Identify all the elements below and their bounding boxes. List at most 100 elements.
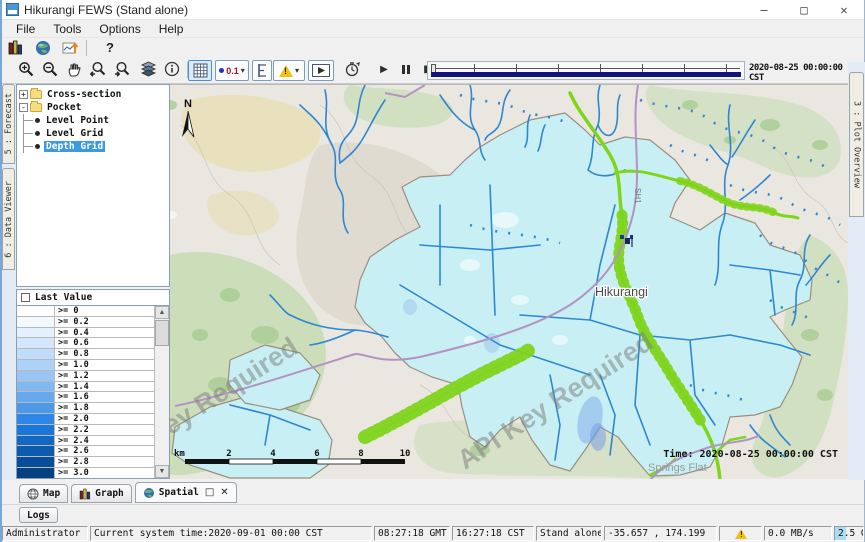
zoom-in-button[interactable] <box>16 60 36 78</box>
folder-icon <box>30 90 42 99</box>
layers-button[interactable] <box>138 60 158 78</box>
pause-button[interactable] <box>396 60 416 78</box>
scroll-down-icon[interactable]: ▼ <box>155 465 169 478</box>
tab-data-viewer-label: 6 : Data Viewer <box>4 181 14 258</box>
timeseries-dialog-button[interactable] <box>5 39 25 57</box>
legend-swatch <box>17 371 55 381</box>
menu-file[interactable]: File <box>7 20 44 38</box>
map-time-label: Time: 2020-08-25 00:00:00 CST <box>663 448 838 460</box>
tree-row-level-grid[interactable]: Level Grid <box>19 127 167 140</box>
legend-swatch <box>17 338 55 348</box>
legend-row: >= 2.4 <box>17 436 154 447</box>
close-button[interactable]: ✕ <box>824 0 864 19</box>
left-tab-strip: 5 : Forecast 6 : Data Viewer <box>2 84 16 480</box>
menu-options[interactable]: Options <box>90 20 149 38</box>
legend-scrollbar[interactable]: ▲ ▼ <box>154 306 169 478</box>
legend-swatch <box>17 457 55 467</box>
hand-icon <box>66 61 83 78</box>
bottom-tab-bar: Map Graph Spatial □ ✕ <box>2 480 864 504</box>
tree-row-level-point[interactable]: Level Point <box>19 114 167 127</box>
menu-tools[interactable]: Tools <box>44 20 90 38</box>
pan-button[interactable] <box>64 60 84 78</box>
play-button[interactable]: ▶ <box>374 60 394 78</box>
timeline-bar <box>431 72 741 77</box>
legend-title: Last Value <box>35 292 92 303</box>
tree-row-cross-section[interactable]: + Cross-section <box>19 88 167 101</box>
tab-forecast[interactable]: 5 : Forecast <box>2 84 15 164</box>
scroll-thumb[interactable] <box>155 320 169 346</box>
timer-button[interactable] <box>342 60 362 78</box>
status-mode: Stand alone <box>536 526 602 541</box>
legend-label: >= 2.2 <box>55 425 92 435</box>
tab-plot-overview[interactable]: 3 : Plot Overview <box>849 72 864 217</box>
scalar-timeseries-button[interactable] <box>61 39 81 57</box>
animation-button[interactable] <box>308 60 334 81</box>
legend-row: >= 2.6 <box>17 446 154 457</box>
menu-help[interactable]: Help <box>150 20 193 38</box>
title-bar: Hikurangi FEWS (Stand alone) – □ ✕ <box>2 0 864 20</box>
panel-close-icon[interactable]: ✕ <box>220 487 228 498</box>
map-view[interactable]: API Key Required API Key Required N km <box>170 84 848 479</box>
tree-label: Pocket <box>45 102 83 113</box>
info-button[interactable] <box>162 60 182 78</box>
tree-row-pocket[interactable]: - Pocket <box>19 101 167 114</box>
warnings-button[interactable]: ▾ <box>273 60 305 81</box>
scroll-up-icon[interactable]: ▲ <box>155 306 169 319</box>
status-local-time: 16:27:18 CST <box>452 526 534 541</box>
map-display-button[interactable] <box>33 39 53 57</box>
grid-display-button[interactable] <box>188 60 212 81</box>
status-memory: 2.5 GB <box>834 526 864 541</box>
tab-graph[interactable]: Graph <box>71 484 132 503</box>
expander-icon[interactable]: + <box>19 90 28 99</box>
time-slider[interactable] <box>427 61 745 80</box>
zoom-next-button[interactable] <box>112 60 132 78</box>
ruler-button[interactable] <box>252 60 272 81</box>
legend-row: >= 1.0 <box>17 360 154 371</box>
left-panel: + Cross-section - Pocket Level Point <box>16 84 170 480</box>
logs-button[interactable]: Logs <box>19 507 58 523</box>
maximize-button[interactable]: □ <box>784 0 824 19</box>
threshold-selector[interactable]: 0.1 ▾ <box>215 60 249 81</box>
legend-label: >= 2.0 <box>55 414 92 424</box>
legend-swatch <box>17 382 55 392</box>
legend-label: >= 1.2 <box>55 371 92 381</box>
tree-label-selected: Depth Grid <box>44 141 105 152</box>
svg-text:4: 4 <box>270 449 276 459</box>
tab-map[interactable]: Map <box>19 484 68 503</box>
legend-label: >= 1.0 <box>55 360 92 370</box>
tab-data-viewer[interactable]: 6 : Data Viewer <box>2 168 15 270</box>
legend-swatch <box>17 414 55 424</box>
help-button[interactable]: ? <box>100 39 120 57</box>
legend-label: >= 1.8 <box>55 403 92 413</box>
folder-icon <box>30 103 42 112</box>
movie-play-icon <box>312 64 330 77</box>
zoom-previous-button[interactable] <box>88 60 108 78</box>
bar-chart-icon <box>7 40 23 55</box>
status-coordinates: -35.657 , 174.199 <box>604 526 717 541</box>
expander-icon[interactable]: - <box>19 103 28 112</box>
node-bullet-icon <box>35 144 40 149</box>
app-icon <box>6 3 19 16</box>
wire-globe-icon <box>27 488 39 500</box>
legend-label: >= 2.8 <box>55 457 92 467</box>
status-warning[interactable] <box>719 526 762 541</box>
minimize-button[interactable]: – <box>744 0 784 19</box>
chevron-down-icon: ▾ <box>241 66 245 75</box>
scale-unit: km <box>174 449 185 459</box>
last-value-checkbox[interactable] <box>21 293 30 302</box>
legend-row: >= 1.4 <box>17 382 154 393</box>
panel-maximize-icon[interactable]: □ <box>205 487 214 498</box>
status-system-time: Current system time:2020-09-01 00:00 CST <box>90 526 372 541</box>
road-label: SH1 <box>633 188 642 204</box>
zoom-out-button[interactable] <box>40 60 60 78</box>
legend-label: >= 3.0 <box>55 468 92 478</box>
legend-row: >= 2.8 <box>17 457 154 468</box>
tree-row-depth-grid[interactable]: Depth Grid <box>19 140 167 153</box>
legend-swatch <box>17 403 55 413</box>
map-canvas: API Key Required API Key Required N km <box>170 85 848 479</box>
svg-text:6: 6 <box>314 449 319 459</box>
tab-spatial[interactable]: Spatial □ ✕ <box>135 482 237 503</box>
right-tab-strip: 3 : Plot Overview <box>848 62 865 480</box>
legend-panel: Last Value >= 0>= 0.2>= 0.4>= 0.6>= 0.8>… <box>16 289 170 479</box>
zoom-next-icon <box>113 61 131 78</box>
